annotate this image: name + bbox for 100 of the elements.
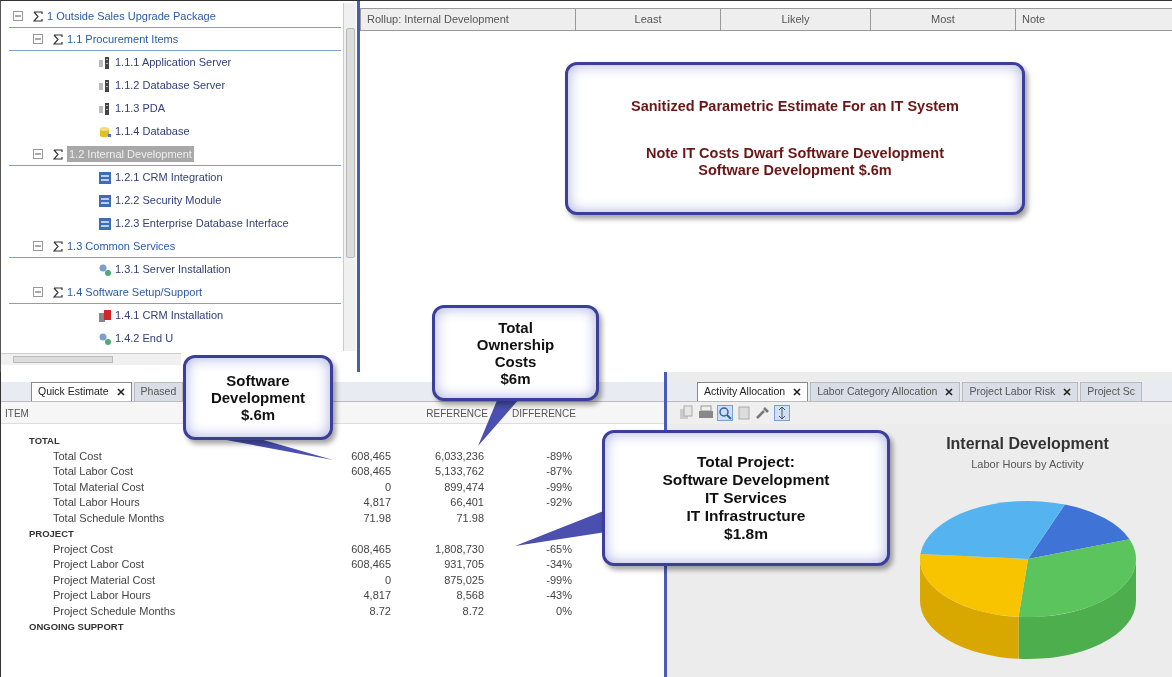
sigma-icon (53, 240, 63, 252)
chart-subtitle: Labor Hours by Activity (971, 457, 1084, 472)
collapse-icon[interactable] (33, 149, 43, 159)
callout-text: $1.8m (724, 524, 768, 543)
table-cell-text: -87% (545, 464, 572, 479)
close-icon[interactable] (116, 388, 125, 397)
column-header: Rollup: Internal Development (360, 9, 575, 30)
tree-item[interactable]: 1.4.1 CRM Installation (115, 307, 224, 324)
table-cell-text: -43% (545, 588, 572, 603)
table-cell-text: 931,705 (443, 557, 484, 572)
close-icon[interactable] (793, 388, 802, 397)
copy-icon[interactable] (679, 405, 695, 421)
table-cell-text: -89% (545, 448, 572, 464)
monitor-icon (99, 217, 111, 230)
scrollbar[interactable] (343, 3, 356, 351)
callout-text: Total (498, 318, 533, 336)
table-cell-text: 71.98 (362, 510, 391, 526)
tab[interactable]: Quick Estimate (31, 382, 132, 401)
table-cell-text: -99% (545, 572, 572, 588)
sigma-icon (53, 148, 63, 160)
table-cell-text: -92% (545, 495, 572, 510)
printer-icon[interactable] (698, 405, 714, 421)
callout-text: Development (210, 388, 306, 407)
server-icon (99, 56, 111, 69)
table-cell-text: 5,133,762 (434, 464, 484, 479)
network-icon (99, 332, 111, 345)
table-cell-text: 0% (555, 603, 572, 619)
tree-item[interactable]: 1.3 Common Services (67, 237, 176, 255)
column-header: REFERENCE (425, 407, 488, 421)
scrollbar[interactable] (1, 353, 181, 365)
table-cell-text: 4,817 (362, 495, 391, 510)
close-icon[interactable] (945, 388, 954, 397)
table-cell-text: 608,465 (350, 541, 391, 557)
tab[interactable]: Labor Category Allocation (810, 382, 961, 401)
table-cell-text: Total Cost (52, 448, 103, 464)
table-cell-text: 71.98 (455, 510, 484, 526)
callout-text: Ownership (476, 335, 555, 353)
section-heading: ONGOING SUPPORT (29, 620, 124, 634)
sort-icon[interactable] (774, 405, 790, 421)
callout-text: IT Infrastructure (686, 506, 806, 525)
table-cell-text: 899,474 (443, 479, 484, 495)
callout-text: Note IT Costs Dwarf Software Development (645, 145, 945, 162)
callout-text: Costs (494, 353, 537, 371)
table-cell-text: Total Labor Hours (52, 495, 141, 510)
table-cell-text: 875,025 (443, 572, 484, 588)
server-icon (99, 79, 111, 92)
column-header: Most (870, 9, 1015, 30)
table-cell-text: Total Labor Cost (52, 464, 135, 479)
callout-text: Software Development (662, 471, 830, 490)
tree-item[interactable]: 1.2.3 Enterprise Database Interface (115, 215, 289, 232)
tree-item[interactable]: 1.1 Procurement Items (67, 30, 179, 48)
tree-item[interactable]: 1.1.2 Database Server (115, 77, 226, 94)
sigma-icon (33, 10, 43, 22)
tree-item[interactable]: 1.1.4 Database (115, 123, 190, 140)
tree-item[interactable]: 1.2.1 CRM Integration (115, 169, 223, 186)
table-cell-text: 4,817 (362, 588, 391, 603)
collapse-icon[interactable] (33, 241, 43, 251)
table-cell-text: 608,465 (350, 448, 391, 464)
collapse-icon[interactable] (33, 34, 43, 44)
table-cell-text: 1,808,730 (434, 541, 484, 557)
tree-item[interactable]: 1.3.1 Server Installation (115, 261, 231, 278)
tab[interactable]: Project Labor Risk (962, 382, 1079, 401)
tree-item[interactable]: 1 Outside Sales Upgrade Package (47, 7, 216, 25)
server-icon (99, 102, 111, 115)
tab[interactable]: Project Sc (1080, 382, 1143, 401)
tree-item[interactable]: 1.1.1 Application Server (115, 54, 232, 71)
callout-text: Total Project: (697, 453, 795, 472)
tree-item[interactable]: 1.4 Software Setup/Support (67, 283, 203, 301)
table-cell-text: 0 (383, 572, 391, 588)
table-cell-text: Project Labor Hours (52, 588, 152, 603)
table-cell-text: -65% (545, 541, 572, 557)
tree-item[interactable]: 1.2.2 Security Module (115, 192, 222, 209)
callout-text: Software Development $.6m (698, 161, 892, 179)
tab[interactable]: Activity Allocation (697, 382, 809, 401)
table-cell-text: Project Material Cost (52, 572, 157, 588)
tree-item[interactable]: 1.1.3 PDA (115, 100, 166, 117)
table-cell-text: Total Schedule Months (52, 510, 166, 526)
table-cell-text: Project Schedule Months (52, 603, 177, 619)
column-header: Note (1015, 9, 1172, 30)
callout-text: Software (226, 371, 290, 389)
box-icon (99, 309, 111, 322)
callout-text: IT Services (705, 489, 787, 507)
table-cell-text: 8.72 (461, 603, 484, 619)
sigma-icon (53, 286, 63, 298)
callout-text: $6m (500, 370, 531, 388)
collapse-icon[interactable] (33, 287, 43, 297)
close-icon[interactable] (1063, 388, 1072, 397)
table-cell-text: Project Labor Cost (52, 557, 146, 572)
callout-text: Sanitized Parametric Estimate For an IT System (631, 98, 959, 116)
column-header: Least (575, 9, 720, 30)
collapse-icon[interactable] (13, 11, 23, 21)
table-cell-text: 8.72 (368, 603, 391, 619)
tool-icon[interactable] (755, 405, 771, 421)
callout-text: $.6m (240, 406, 276, 424)
magnifier-icon[interactable] (717, 405, 733, 421)
network-icon (99, 263, 111, 276)
table-cell-text: 608,465 (350, 464, 391, 479)
monitor-icon (99, 171, 111, 184)
tree-item[interactable]: 1.4.2 End U (115, 330, 174, 347)
tab[interactable]: Phased (133, 382, 184, 401)
